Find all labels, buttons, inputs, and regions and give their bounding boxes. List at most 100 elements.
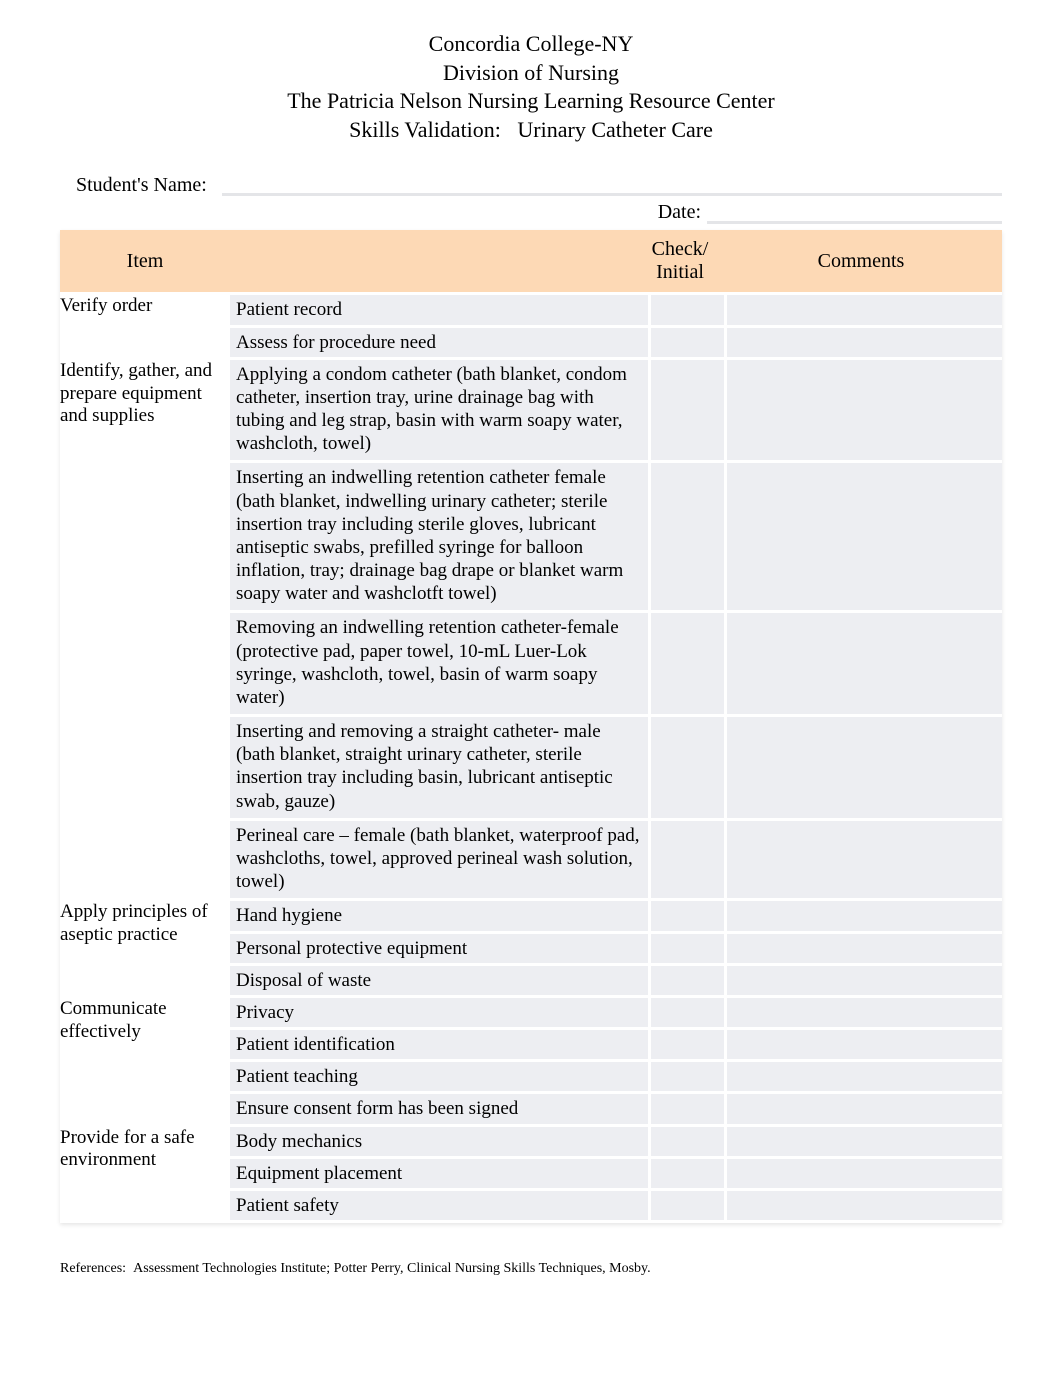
- table-row: Identify, gather, and prepare equipment …: [60, 360, 1002, 902]
- comments-cell[interactable]: [724, 295, 1002, 327]
- comments-cell[interactable]: [724, 613, 1002, 717]
- comments-cell[interactable]: [724, 1191, 1002, 1223]
- table-row: Provide for a safe environmentBody mecha…: [60, 1127, 1002, 1224]
- subrows-cell: PrivacyPatient identificationPatient tea…: [230, 998, 1002, 1127]
- sub-row-text: Inserting and removing a straight cathet…: [230, 717, 648, 821]
- check-initial-cell[interactable]: [648, 998, 724, 1030]
- check-initial-cell[interactable]: [648, 1030, 724, 1062]
- check-initial-cell[interactable]: [648, 295, 724, 327]
- check-initial-cell[interactable]: [648, 1191, 724, 1223]
- comments-cell[interactable]: [724, 1127, 1002, 1159]
- check-initial-cell[interactable]: [648, 613, 724, 717]
- check-initial-cell[interactable]: [648, 901, 724, 933]
- comments-cell[interactable]: [724, 1062, 1002, 1094]
- sub-row-text: Ensure consent form has been signed: [230, 1094, 648, 1126]
- comments-cell[interactable]: [724, 328, 1002, 360]
- sub-row-text: Inserting an indwelling retention cathet…: [230, 463, 648, 613]
- comments-cell[interactable]: [724, 360, 1002, 464]
- item-cell: Verify order: [60, 295, 230, 359]
- references: References: Assessment Technologies Inst…: [60, 1261, 651, 1277]
- check-initial-cell[interactable]: [648, 1159, 724, 1191]
- sub-row: Hand hygiene: [230, 901, 1002, 933]
- table-row: Communicate effectivelyPrivacyPatient id…: [60, 998, 1002, 1127]
- col-item: Item: [60, 230, 230, 295]
- subrows-cell: Patient recordAssess for procedure need: [230, 295, 1002, 359]
- check-initial-cell[interactable]: [648, 966, 724, 998]
- sub-row-text: Patient safety: [230, 1191, 648, 1223]
- check-initial-cell[interactable]: [648, 463, 724, 613]
- form-fields: Student's Name: Date:: [76, 174, 1002, 224]
- subrows-cell: Hand hygienePersonal protective equipmen…: [230, 901, 1002, 998]
- comments-cell[interactable]: [724, 934, 1002, 966]
- check-initial-cell[interactable]: [648, 1062, 724, 1094]
- sub-row: Patient identification: [230, 1030, 1002, 1062]
- table-row: Verify orderPatient recordAssess for pro…: [60, 295, 1002, 359]
- sub-row-text: Equipment placement: [230, 1159, 648, 1191]
- sub-row-text: Removing an indwelling retention cathete…: [230, 613, 648, 717]
- sub-row: Patient teaching: [230, 1062, 1002, 1094]
- comments-cell[interactable]: [724, 821, 1002, 902]
- sub-row: Applying a condom catheter (bath blanket…: [230, 360, 1002, 464]
- header-line-4: Skills Validation: Urinary Catheter Care: [60, 116, 1002, 145]
- sub-row-text: Body mechanics: [230, 1127, 648, 1159]
- sub-row-text: Patient record: [230, 295, 648, 327]
- sub-row-text: Hand hygiene: [230, 901, 648, 933]
- student-name-label: Student's Name:: [76, 174, 222, 197]
- date-input[interactable]: [707, 202, 1002, 224]
- col-comments: Comments: [720, 230, 1002, 295]
- subrows-cell: Applying a condom catheter (bath blanket…: [230, 360, 1002, 902]
- table-header-row: Item Check/ Initial Comments: [60, 230, 1002, 295]
- sub-row: Inserting and removing a straight cathet…: [230, 717, 1002, 821]
- references-text: Assessment Technologies Institute; Potte…: [133, 1261, 651, 1276]
- date-label: Date:: [657, 201, 707, 224]
- document-header: Concordia College-NY Division of Nursing…: [60, 30, 1002, 144]
- student-name-input[interactable]: [222, 174, 1002, 196]
- comments-cell[interactable]: [724, 1094, 1002, 1126]
- check-initial-cell[interactable]: [648, 328, 724, 360]
- comments-cell[interactable]: [724, 1159, 1002, 1191]
- col-desc: [230, 230, 640, 295]
- item-cell: Communicate effectively: [60, 998, 230, 1127]
- check-initial-cell[interactable]: [648, 1094, 724, 1126]
- comments-cell[interactable]: [724, 717, 1002, 821]
- item-cell: Provide for a safe environment: [60, 1127, 230, 1224]
- check-initial-cell[interactable]: [648, 360, 724, 464]
- sub-row: Assess for procedure need: [230, 328, 1002, 360]
- header-line-3: The Patricia Nelson Nursing Learning Res…: [60, 87, 1002, 116]
- sub-row-text: Perineal care – female (bath blanket, wa…: [230, 821, 648, 902]
- header-subject: Urinary Catheter Care: [517, 117, 712, 142]
- sub-row: Inserting an indwelling retention cathet…: [230, 463, 1002, 613]
- sub-row: Patient safety: [230, 1191, 1002, 1223]
- comments-cell[interactable]: [724, 901, 1002, 933]
- comments-cell[interactable]: [724, 463, 1002, 613]
- sub-row: Patient record: [230, 295, 1002, 327]
- check-initial-cell[interactable]: [648, 934, 724, 966]
- comments-cell[interactable]: [724, 998, 1002, 1030]
- check-initial-cell[interactable]: [648, 717, 724, 821]
- sub-row-text: Privacy: [230, 998, 648, 1030]
- sub-row: Ensure consent form has been signed: [230, 1094, 1002, 1126]
- sub-row-text: Patient teaching: [230, 1062, 648, 1094]
- item-cell: Identify, gather, and prepare equipment …: [60, 360, 230, 902]
- header-line-2: Division of Nursing: [60, 59, 1002, 88]
- sub-row: Body mechanics: [230, 1127, 1002, 1159]
- sub-row: Disposal of waste: [230, 966, 1002, 998]
- comments-cell[interactable]: [724, 966, 1002, 998]
- sub-row: Removing an indwelling retention cathete…: [230, 613, 1002, 717]
- skills-table: Item Check/ Initial Comments Verify orde…: [60, 230, 1002, 1223]
- sub-row: Equipment placement: [230, 1159, 1002, 1191]
- subrows-cell: Body mechanicsEquipment placementPatient…: [230, 1127, 1002, 1224]
- header-prefix: Skills Validation:: [349, 117, 501, 142]
- sub-row-text: Personal protective equipment: [230, 934, 648, 966]
- table-row: Apply principles of aseptic practiceHand…: [60, 901, 1002, 998]
- sub-row-text: Patient identification: [230, 1030, 648, 1062]
- check-initial-cell[interactable]: [648, 1127, 724, 1159]
- sub-row: Perineal care – female (bath blanket, wa…: [230, 821, 1002, 902]
- item-cell: Apply principles of aseptic practice: [60, 901, 230, 998]
- sub-row-text: Applying a condom catheter (bath blanket…: [230, 360, 648, 464]
- sub-row: Privacy: [230, 998, 1002, 1030]
- check-initial-cell[interactable]: [648, 821, 724, 902]
- header-line-1: Concordia College-NY: [60, 30, 1002, 59]
- col-check: Check/ Initial: [640, 230, 720, 295]
- comments-cell[interactable]: [724, 1030, 1002, 1062]
